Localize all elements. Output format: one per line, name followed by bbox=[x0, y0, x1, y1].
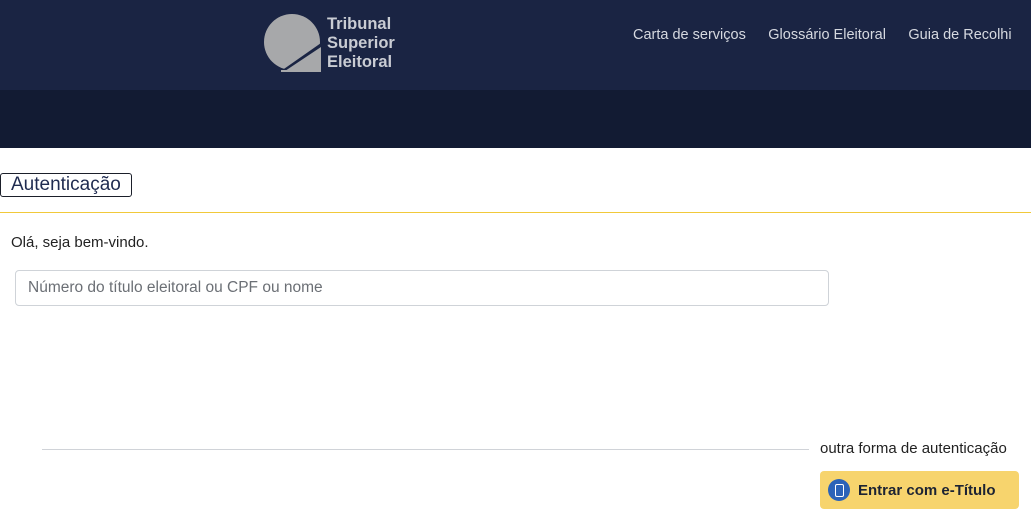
modal-title: Autenticação bbox=[0, 173, 132, 197]
etitulo-login-button[interactable]: Entrar com e-Título bbox=[820, 471, 1019, 509]
authentication-modal: Autenticação Olá, seja bem-vindo. outra … bbox=[0, 148, 1031, 516]
greeting-text: Olá, seja bem-vindo. bbox=[11, 234, 149, 251]
phone-icon bbox=[828, 479, 850, 501]
nav-glossario-eleitoral[interactable]: Glossário Eleitoral bbox=[768, 27, 886, 43]
nav-guia-recolhimento[interactable]: Guia de Recolhi bbox=[908, 27, 1011, 43]
logo-line-3: Eleitoral bbox=[327, 53, 393, 71]
title-divider bbox=[0, 212, 1031, 213]
tse-logo-icon bbox=[264, 14, 321, 72]
etitulo-button-label: Entrar com e-Título bbox=[858, 481, 996, 499]
header-subband bbox=[0, 90, 1031, 240]
separator-line bbox=[42, 449, 809, 450]
logo-line-2: Superior bbox=[327, 34, 395, 52]
main-nav: Carta de serviços Glossário Eleitoral Gu… bbox=[633, 26, 1030, 44]
logo-line-1: Tribunal bbox=[327, 15, 392, 33]
tse-logo[interactable]: Tribunal Superior Eleitoral bbox=[263, 13, 403, 75]
nav-carta-servicos[interactable]: Carta de serviços bbox=[633, 27, 746, 43]
other-auth-label: outra forma de autenticação bbox=[820, 440, 1007, 457]
site-header: Tribunal Superior Eleitoral Carta de ser… bbox=[0, 0, 1031, 90]
logo-text: Tribunal Superior Eleitoral bbox=[327, 15, 395, 72]
voter-search-input[interactable] bbox=[15, 270, 829, 306]
